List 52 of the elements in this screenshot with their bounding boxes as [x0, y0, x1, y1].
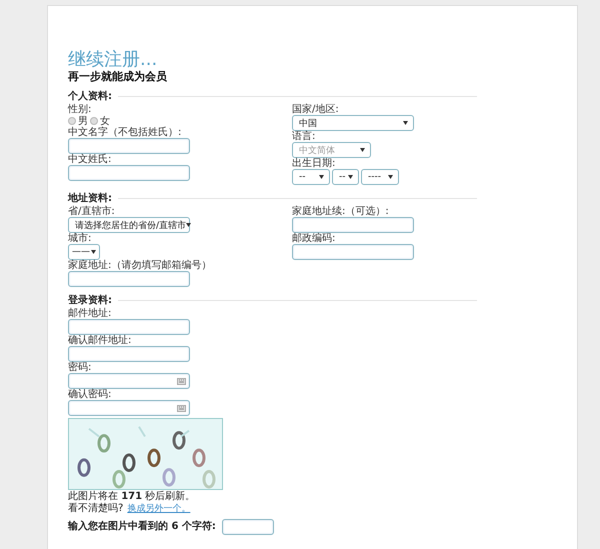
caret-icon — [319, 175, 324, 179]
field-label: 中文姓氏: — [68, 155, 112, 165]
field-label: 出生日期: — [292, 159, 336, 169]
field-label: 国家/地区: — [292, 105, 340, 115]
change-link[interactable]: 换成另外一个。 — [127, 502, 190, 515]
dropdown[interactable]: -- — [332, 169, 359, 185]
field-label: 性别: — [68, 105, 92, 115]
caret-icon — [348, 175, 353, 179]
section-heading: 登录资料: — [68, 295, 112, 306]
dropdown[interactable]: -- — [292, 169, 330, 185]
section-heading: 地址资料: — [68, 193, 112, 204]
field-label: 语言: — [292, 132, 316, 142]
input-field[interactable] — [68, 138, 190, 154]
section-heading: 个人资料: — [68, 91, 112, 102]
caret-icon — [403, 121, 408, 125]
caret-icon — [186, 223, 192, 227]
field-label: 家庭地址续:（可选）: — [292, 207, 390, 217]
field-label: 邮政编码: — [292, 234, 336, 244]
field-label: 确认密码: — [68, 390, 112, 400]
captcha-prompt: 输入您在图片中看到的 6 个字符: — [68, 522, 216, 532]
input-field[interactable] — [68, 346, 190, 362]
password-field[interactable] — [68, 373, 190, 389]
refresh-note: 此图片将在 171 秒后刷新。 — [68, 492, 196, 502]
radio-label: 女 — [100, 116, 110, 126]
keyboard-icon — [177, 404, 186, 412]
caret-icon — [360, 148, 365, 152]
unclear-text: 看不清楚吗? — [68, 504, 124, 514]
captcha-field[interactable] — [222, 519, 274, 535]
dropdown[interactable]: —— — [68, 244, 100, 260]
input-field[interactable] — [292, 244, 414, 260]
caret-icon — [91, 250, 96, 254]
field-label: 确认邮件地址: — [68, 336, 132, 346]
password-field[interactable] — [68, 400, 190, 416]
dropdown[interactable]: 中国 — [292, 115, 414, 131]
dropdown[interactable]: ---- — [361, 169, 399, 185]
field-label: 城市: — [68, 234, 92, 244]
radio-button[interactable] — [68, 117, 76, 125]
radio-label: 男 — [78, 116, 88, 126]
input-field[interactable] — [68, 319, 190, 335]
page-title: 继续注册... — [68, 50, 158, 70]
field-label: 家庭地址:（请勿填写邮箱编号） — [68, 261, 212, 271]
caret-icon — [388, 175, 393, 179]
page-subtitle: 再一步就能成为会员 — [68, 70, 168, 83]
field-label: 邮件地址: — [68, 309, 112, 319]
keyboard-icon — [177, 378, 186, 384]
field-label: 密码: — [68, 363, 92, 373]
input-field[interactable] — [68, 165, 190, 181]
dropdown[interactable]: 请选择您居住的省份/直辖市 — [68, 217, 190, 233]
input-field[interactable] — [292, 217, 414, 233]
radio-button[interactable] — [90, 117, 98, 125]
input-field[interactable] — [68, 271, 190, 287]
field-label: 省/直辖市: — [68, 207, 116, 217]
